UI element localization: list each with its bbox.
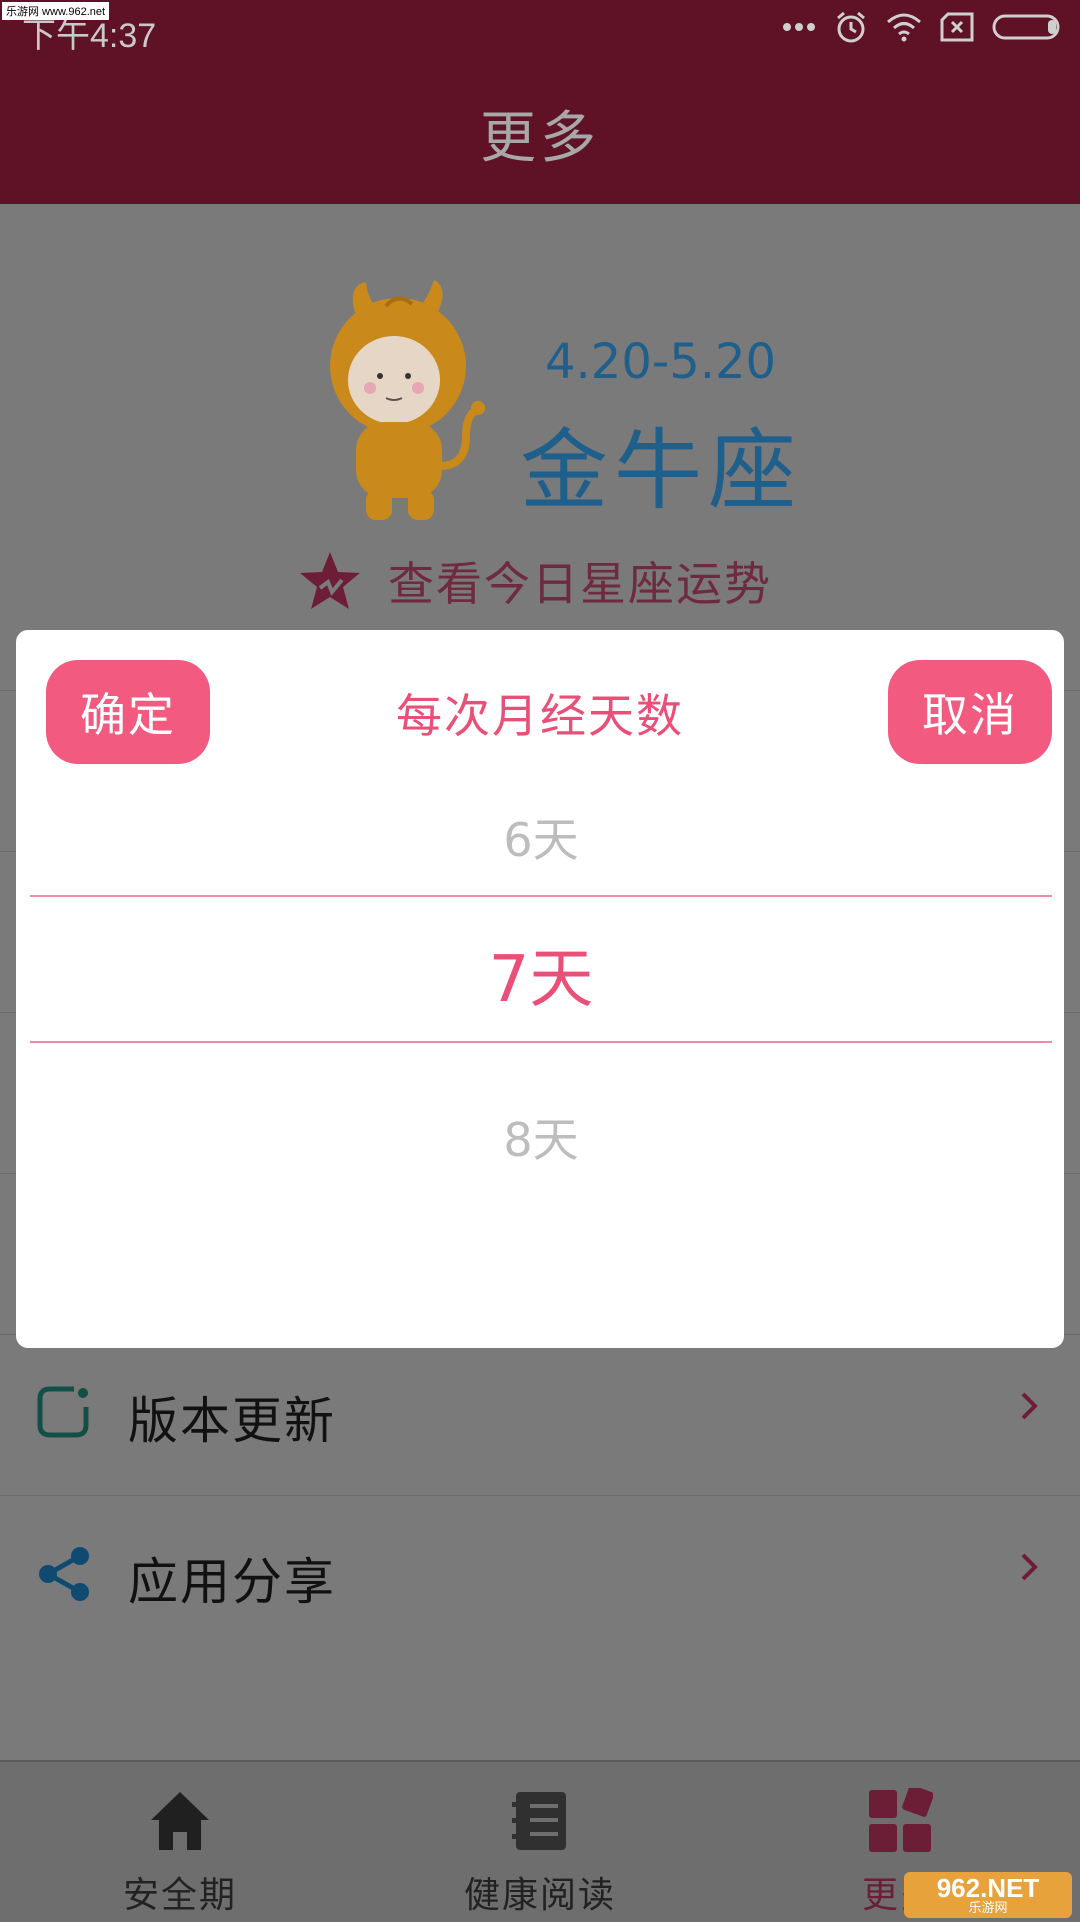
picker-option-selected[interactable]: 7天 — [30, 928, 1052, 1020]
status-icons — [782, 10, 1064, 44]
list-item-label: 版本更新 — [128, 1392, 336, 1450]
zodiac-card[interactable]: 4.20-5.20 金牛座 查看今日星座运势 — [0, 204, 1080, 634]
horoscope-link-label: 查看今日星座运势 — [388, 557, 772, 611]
list-item-version-update[interactable]: 版本更新 — [0, 1334, 1080, 1495]
watermark-big: 962.NET — [936, 1873, 1040, 1903]
more-dots-icon — [783, 23, 815, 31]
nav-label: 健康阅读 — [463, 1875, 616, 1916]
grid-icon — [869, 1788, 933, 1852]
list-item-label: 应用分享 — [128, 1553, 336, 1611]
home-icon — [151, 1792, 209, 1850]
page-title: 更多 — [480, 105, 600, 171]
app-bar: 更多 — [0, 62, 1080, 204]
picker-option-next[interactable]: 8天 — [30, 1104, 1052, 1170]
days-picker[interactable]: 6天 7天 8天 — [30, 780, 1052, 1280]
update-icon — [37, 1386, 89, 1438]
wifi-icon — [887, 13, 921, 42]
battery-icon — [992, 14, 1060, 40]
watermark-top: 乐游网 www.962.net — [2, 2, 110, 20]
watermark-logo: 962.NET 乐游网 — [904, 1872, 1072, 1918]
zodiac-date-range: 4.20-5.20 — [545, 334, 777, 390]
horoscope-link[interactable]: 查看今日星座运势 — [298, 548, 772, 614]
list-item-app-share[interactable]: 应用分享 — [0, 1495, 1080, 1656]
watermark-small: 乐游网 — [968, 1900, 1008, 1915]
share-icon — [39, 1547, 89, 1601]
cancel-button[interactable]: 取消 — [888, 660, 1052, 764]
chevron-right-icon — [1021, 1553, 1038, 1581]
star-icon — [300, 552, 360, 609]
alarm-icon — [837, 11, 865, 43]
zodiac-name: 金牛座 — [520, 419, 803, 522]
bottom-nav: 安全期 健康阅读 更多 962.NET 乐游网 — [0, 1760, 1080, 1922]
nav-item-safe-period[interactable]: 安全期 — [0, 1762, 360, 1922]
nav-label: 安全期 — [122, 1875, 237, 1916]
book-icon — [512, 1792, 566, 1850]
picker-divider-bottom — [30, 1041, 1052, 1043]
taurus-mascot-icon — [330, 280, 485, 520]
no-sim-icon — [940, 12, 974, 42]
nav-item-health-reading[interactable]: 健康阅读 — [360, 1762, 720, 1922]
picker-option-prev[interactable]: 6天 — [30, 804, 1052, 870]
status-bar: 下午4:37 乐游网 www.962.net — [0, 0, 1080, 62]
period-days-dialog: 确定 每次月经天数 取消 6天 7天 8天 — [16, 630, 1064, 1348]
chevron-right-icon — [1021, 1392, 1038, 1420]
picker-divider-top — [30, 895, 1052, 897]
